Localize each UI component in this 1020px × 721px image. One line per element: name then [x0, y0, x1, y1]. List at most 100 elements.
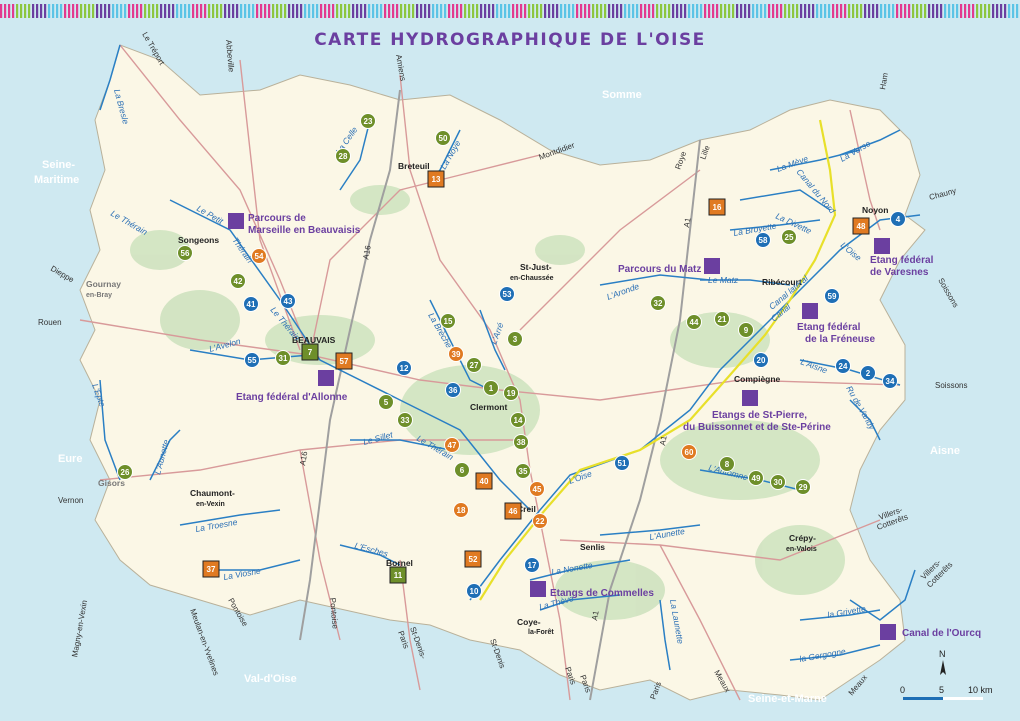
marker-4[interactable]: 4 [890, 211, 906, 227]
town-compiegne: Compiègne [734, 374, 781, 384]
region-label-seine-marne: Seine-et-Marne [748, 693, 827, 705]
marker-label: 31 [279, 354, 288, 363]
marker-47[interactable]: 47 [444, 437, 460, 453]
marker-59[interactable]: 59 [824, 288, 840, 304]
fishing-site-icon [874, 238, 890, 254]
marker-17[interactable]: 17 [524, 557, 540, 573]
marker-6[interactable]: 6 [454, 462, 470, 478]
marker-12[interactable]: 12 [396, 360, 412, 376]
marker-40[interactable]: 40 [475, 472, 493, 490]
marker-label: 19 [507, 389, 516, 398]
marker-39[interactable]: 39 [448, 346, 464, 362]
marker-24[interactable]: 24 [835, 358, 851, 374]
marker-21[interactable]: 21 [714, 311, 730, 327]
marker-30[interactable]: 30 [770, 474, 786, 490]
marker-1[interactable]: 1 [483, 380, 499, 396]
marker-49[interactable]: 49 [748, 470, 764, 486]
marker-2[interactable]: 2 [860, 365, 876, 381]
town-st-just-1: St-Just- [520, 262, 552, 272]
marker-7[interactable]: 7 [301, 343, 319, 361]
town-noyon: Noyon [862, 205, 888, 215]
marker-22[interactable]: 22 [532, 513, 548, 529]
marker-label: 35 [519, 467, 528, 476]
marker-label: 23 [364, 117, 373, 126]
marker-41[interactable]: 41 [243, 296, 259, 312]
map: Somme Seine- Maritime Eure Aisne Val-d'O… [0, 4, 1019, 705]
marker-label: 34 [886, 377, 895, 386]
marker-51[interactable]: 51 [614, 455, 630, 471]
marker-label: 50 [439, 134, 448, 143]
marker-60[interactable]: 60 [681, 444, 697, 460]
marker-label: 25 [785, 233, 794, 242]
marker-18[interactable]: 18 [453, 502, 469, 518]
town-breteuil: Breteuil [398, 161, 430, 171]
marker-58[interactable]: 58 [755, 232, 771, 248]
marker-3[interactable]: 3 [507, 331, 523, 347]
svg-text:Chauny: Chauny [928, 186, 957, 202]
marker-27[interactable]: 27 [466, 357, 482, 373]
marker-37[interactable]: 37 [202, 560, 220, 578]
marker-32[interactable]: 32 [650, 295, 666, 311]
marker-36[interactable]: 36 [445, 382, 461, 398]
marker-label: 58 [759, 236, 768, 245]
marker-label: 41 [247, 300, 256, 309]
marker-56[interactable]: 56 [177, 245, 193, 261]
marker-19[interactable]: 19 [503, 385, 519, 401]
marker-25[interactable]: 25 [781, 229, 797, 245]
town-gisors: Gisors [98, 478, 125, 488]
marker-43[interactable]: 43 [280, 293, 296, 309]
marker-5[interactable]: 5 [378, 394, 394, 410]
marker-26[interactable]: 26 [117, 464, 133, 480]
marker-23[interactable]: 23 [360, 113, 376, 129]
region-label-seine-1: Seine- [42, 159, 75, 171]
svg-text:de la Fréneuse: de la Fréneuse [805, 334, 875, 345]
marker-label: 43 [284, 297, 293, 306]
marker-54[interactable]: 54 [251, 248, 267, 264]
marker-44[interactable]: 44 [686, 314, 702, 330]
svg-text:Soissons: Soissons [936, 277, 960, 310]
marker-13[interactable]: 13 [427, 170, 445, 188]
marker-45[interactable]: 45 [529, 481, 545, 497]
marker-9[interactable]: 9 [738, 322, 754, 338]
marker-11[interactable]: 11 [389, 566, 407, 584]
marker-42[interactable]: 42 [230, 273, 246, 289]
marker-28[interactable]: 28 [335, 148, 351, 164]
town-gournay-1: Gournay [86, 279, 121, 289]
region-label-somme: Somme [602, 89, 642, 101]
marker-label: 38 [517, 438, 526, 447]
svg-text:Canal de l'Ourcq: Canal de l'Ourcq [902, 628, 981, 639]
marker-label: 51 [618, 459, 627, 468]
marker-29[interactable]: 29 [795, 479, 811, 495]
marker-8[interactable]: 8 [719, 456, 735, 472]
marker-50[interactable]: 50 [435, 130, 451, 146]
marker-label: 22 [536, 517, 545, 526]
marker-label: 39 [452, 350, 461, 359]
marker-34[interactable]: 34 [882, 373, 898, 389]
marker-label: 53 [503, 290, 512, 299]
marker-label: 42 [234, 277, 243, 286]
marker-15[interactable]: 15 [440, 313, 456, 329]
marker-48[interactable]: 48 [852, 217, 870, 235]
marker-label: 37 [207, 565, 216, 574]
marker-38[interactable]: 38 [513, 434, 529, 450]
marker-31[interactable]: 31 [275, 350, 291, 366]
marker-16[interactable]: 16 [708, 198, 726, 216]
marker-55[interactable]: 55 [244, 352, 260, 368]
town-gournay-2: en-Bray [86, 292, 112, 299]
marker-52[interactable]: 52 [464, 550, 482, 568]
marker-20[interactable]: 20 [753, 352, 769, 368]
marker-53[interactable]: 53 [499, 286, 515, 302]
marker-10[interactable]: 10 [466, 583, 482, 599]
map-title: CARTE HYDROGRAPHIQUE DE L'OISE [314, 30, 706, 50]
svg-text:5: 5 [939, 685, 944, 695]
marker-46[interactable]: 46 [504, 502, 522, 520]
marker-label: 9 [744, 326, 749, 335]
marker-35[interactable]: 35 [515, 463, 531, 479]
marker-label: 49 [752, 474, 761, 483]
town-coye-1: Coye- [517, 617, 541, 627]
marker-label: 29 [799, 483, 808, 492]
marker-33[interactable]: 33 [397, 412, 413, 428]
marker-57[interactable]: 57 [335, 352, 353, 370]
marker-14[interactable]: 14 [510, 412, 526, 428]
marker-label: 12 [400, 364, 409, 373]
